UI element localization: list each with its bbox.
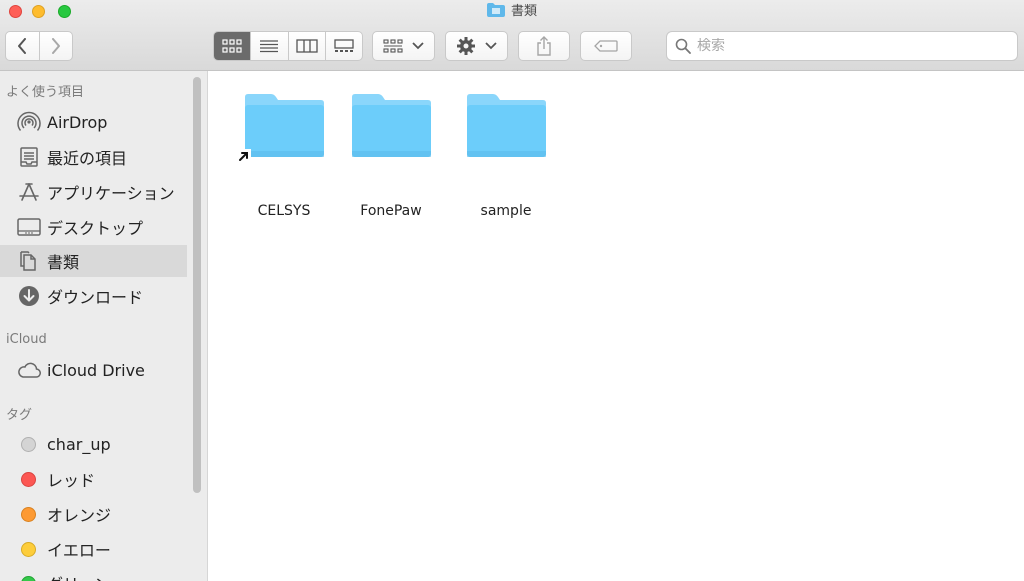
alias-arrow-icon (237, 149, 251, 163)
sidebar-header-tags: タグ (6, 408, 33, 423)
sidebar-item-label: デスクトップ (47, 219, 144, 238)
search-icon (675, 38, 691, 54)
folder-icon (245, 94, 324, 157)
tag-color-dot (21, 541, 36, 557)
sidebar-item-label: 書類 (47, 253, 80, 272)
recents-icon (17, 145, 41, 169)
share-icon (537, 36, 551, 56)
toolbar: 書類 (0, 0, 1024, 71)
folder-item-celsys[interactable]: CELSYS (229, 93, 339, 219)
desktop-icon (17, 215, 41, 239)
sidebar-item-label: オレンジ (47, 506, 112, 525)
sidebar-item-applications[interactable]: アプリケーション (0, 176, 187, 208)
chevron-left-icon (18, 38, 27, 54)
sidebar-item-desktop[interactable]: デスクトップ (0, 211, 187, 243)
tag-color-dot (21, 506, 36, 522)
icon-view-button[interactable] (214, 32, 251, 60)
navigation-group (5, 31, 73, 61)
gear-icon (457, 37, 475, 55)
window-title-text: 書類 (510, 4, 537, 19)
sidebar-item-label: AirDrop (47, 112, 108, 132)
folder-icon (352, 94, 431, 157)
back-button[interactable] (6, 32, 39, 60)
folder-icon (486, 3, 505, 17)
list-view-icon (260, 40, 279, 53)
folder-item-sample[interactable]: sample (451, 93, 561, 219)
forward-button[interactable] (38, 32, 72, 60)
search-input[interactable] (697, 38, 997, 54)
folder-item-fonepaw[interactable]: FonePaw (336, 93, 446, 219)
applications-icon (17, 180, 41, 204)
search-field[interactable] (666, 31, 1018, 61)
folder-item-label: CELSYS (257, 203, 311, 219)
folder-item-label: sample (480, 203, 532, 219)
chevron-right-icon (51, 38, 60, 54)
chevron-down-icon (412, 42, 424, 50)
sidebar-item-label: レッド (47, 471, 96, 490)
group-icon (383, 39, 403, 53)
column-view-icon (295, 39, 318, 53)
column-view-button[interactable] (287, 32, 325, 60)
sidebar-item-documents[interactable]: 書類 (0, 245, 187, 277)
window-title: 書類 (0, 3, 1024, 21)
tag-color-dot (21, 575, 36, 581)
file-browser-content[interactable]: CELSYS FonePaw sample (209, 71, 1024, 581)
sidebar-item-tag-char-up[interactable]: char_up (0, 428, 187, 460)
sidebar-item-label: char_up (47, 434, 111, 454)
sidebar-item-recents[interactable]: 最近の項目 (0, 141, 187, 173)
sidebar: よく使う項目 AirDrop 最近の項目 アプリケーション デスクトップ 書類 (0, 71, 208, 581)
sidebar-item-tag-yellow[interactable]: イエロー (0, 533, 187, 565)
gallery-view-button[interactable] (324, 32, 362, 60)
chevron-down-icon (485, 42, 497, 50)
sidebar-header-favorites: よく使う項目 (6, 85, 85, 100)
cloud-icon (17, 358, 41, 382)
sidebar-item-label: イエロー (47, 541, 111, 560)
sidebar-item-label: 最近の項目 (47, 149, 128, 168)
icon-view-icon (222, 39, 242, 53)
sidebar-item-label: グリーン (47, 571, 110, 581)
folder-icon (467, 94, 546, 157)
airdrop-icon (17, 110, 41, 134)
documents-icon (17, 249, 41, 273)
share-button[interactable] (518, 31, 570, 61)
folder-item-label: FonePaw (360, 203, 422, 219)
view-mode-group (213, 31, 363, 61)
list-view-button[interactable] (250, 32, 287, 60)
sidebar-item-icloud-drive[interactable]: iCloud Drive (0, 354, 187, 386)
edit-tags-button[interactable] (580, 31, 632, 61)
sidebar-item-label: アプリケーション (47, 184, 175, 203)
downloads-icon (17, 284, 41, 308)
group-by-button[interactable] (372, 31, 435, 61)
action-menu-button[interactable] (445, 31, 508, 61)
tag-color-dot (21, 436, 36, 452)
sidebar-header-icloud: iCloud (6, 332, 47, 347)
sidebar-item-airdrop[interactable]: AirDrop (0, 106, 187, 138)
sidebar-item-tag-green[interactable]: グリーン (0, 567, 187, 581)
sidebar-item-tag-orange[interactable]: オレンジ (0, 498, 187, 530)
sidebar-item-label: ダウンロード (47, 288, 144, 307)
sidebar-item-label: iCloud Drive (47, 360, 145, 380)
tag-icon (594, 40, 618, 52)
sidebar-item-downloads[interactable]: ダウンロード (0, 280, 187, 312)
sidebar-scrollbar-thumb[interactable] (193, 77, 201, 493)
sidebar-item-tag-red[interactable]: レッド (0, 463, 187, 495)
tag-color-dot (21, 471, 36, 487)
gallery-view-icon (334, 39, 354, 52)
